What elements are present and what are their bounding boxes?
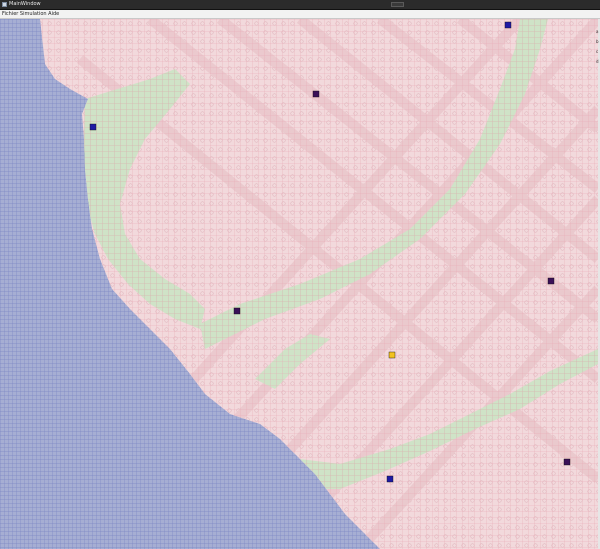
app-window-icon — [2, 2, 7, 7]
blue-marker[interactable] — [89, 123, 97, 131]
dark-marker[interactable] — [563, 458, 571, 466]
side-letter-d: d — [596, 59, 599, 64]
yellow-marker[interactable] — [388, 351, 396, 359]
window-title: MainWindow — [9, 1, 41, 7]
dark-marker[interactable] — [233, 307, 241, 315]
map-view[interactable] — [0, 19, 598, 549]
side-letter-b: b — [596, 39, 599, 44]
blue-marker[interactable] — [504, 21, 512, 29]
side-letter-a: a — [596, 29, 599, 34]
blue-marker[interactable] — [386, 475, 394, 483]
dark-marker[interactable] — [312, 90, 320, 98]
menu-labels[interactable]: Fichier Simulation Aide — [2, 10, 59, 18]
title-center-control[interactable] — [391, 2, 404, 7]
menu-bar: Fichier Simulation Aide — [0, 10, 600, 19]
map-canvas[interactable] — [0, 19, 598, 549]
side-label-column: a b c d — [596, 27, 600, 67]
window-titlebar: MainWindow — [0, 0, 600, 10]
dark-marker[interactable] — [547, 277, 555, 285]
side-letter-c: c — [596, 49, 599, 54]
